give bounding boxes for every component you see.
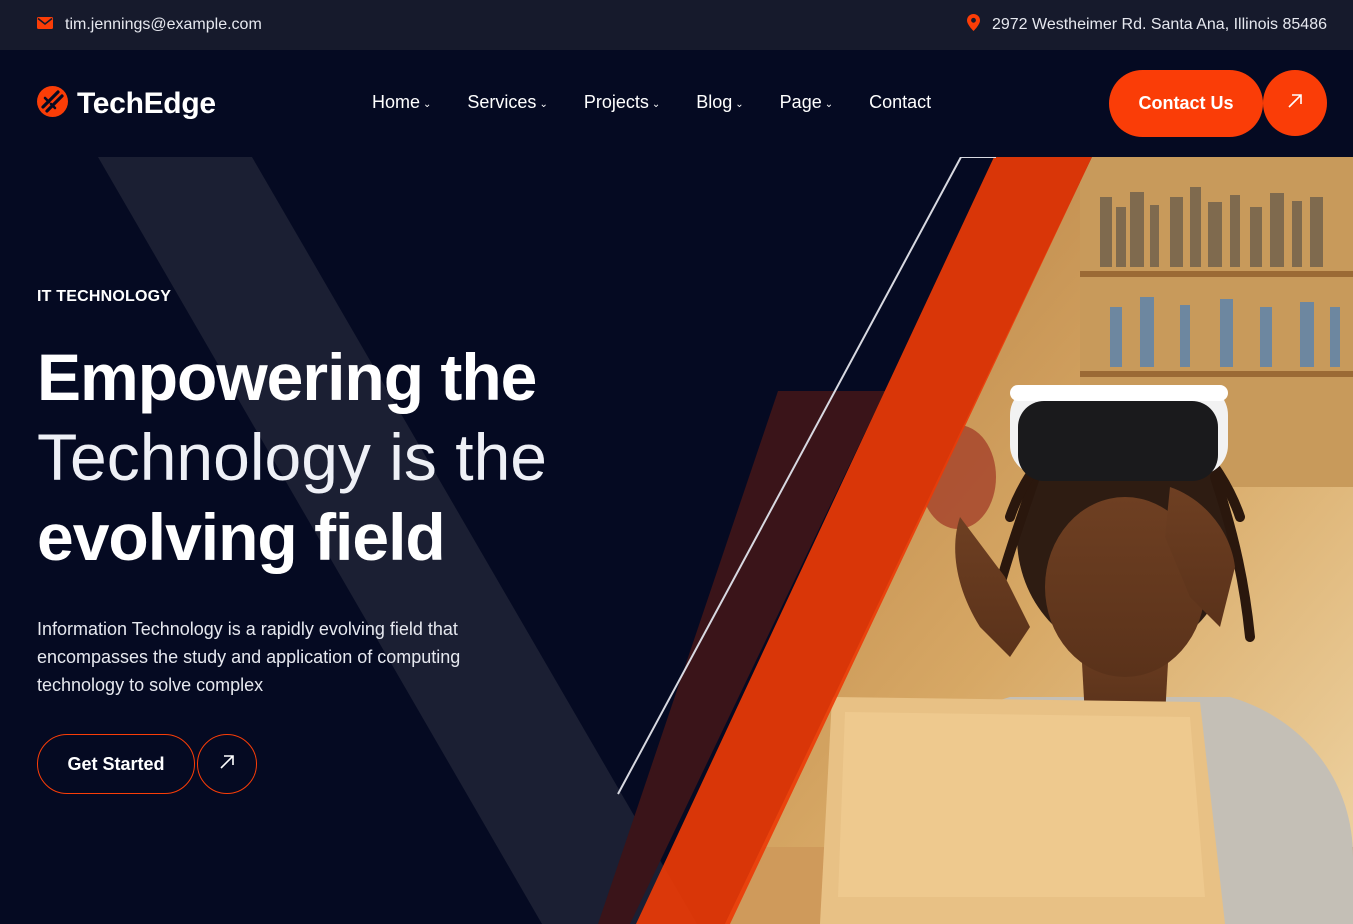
main-navbar: TechEdge Home ⌄ Services ⌄ Projects ⌄ Bl… xyxy=(0,50,1353,157)
arrow-up-right-icon xyxy=(1286,92,1304,115)
headline-line-2: Technology is the xyxy=(37,420,547,494)
brand-name: TechEdge xyxy=(77,87,216,120)
mail-icon xyxy=(37,16,53,34)
address-text: 2972 Westheimer Rd. Santa Ana, Illinois … xyxy=(991,16,1327,33)
chevron-down-icon: ⌄ xyxy=(423,99,432,110)
chevron-down-icon: ⌄ xyxy=(651,99,661,110)
nav-item-blog[interactable]: Blog ⌄ xyxy=(696,92,743,113)
headline-line-3: evolving field xyxy=(37,500,446,574)
nav-item-label: Contact xyxy=(869,92,932,112)
nav-item-label: Home xyxy=(372,92,421,112)
chevron-down-icon: ⌄ xyxy=(735,99,744,110)
get-started-button[interactable]: Get Started xyxy=(37,734,195,794)
headline-line-1: Empowering the xyxy=(37,340,537,414)
chevron-down-icon: ⌄ xyxy=(539,99,548,110)
nav-item-label: Page xyxy=(779,92,822,112)
map-pin-icon xyxy=(966,14,980,36)
nav-item-services[interactable]: Services ⌄ xyxy=(467,92,547,113)
email-text[interactable]: tim.jennings@example.com xyxy=(65,16,262,34)
nav-item-page[interactable]: Page ⌄ xyxy=(780,92,833,113)
nav-item-label: Services xyxy=(467,92,537,112)
logo-icon xyxy=(37,86,68,122)
contact-arrow-button[interactable] xyxy=(1263,70,1327,136)
hero-headline: Empowering the Technology is the evolvin… xyxy=(37,337,657,577)
nav-menu: Home ⌄ Services ⌄ Projects ⌄ Blog ⌄ Page… xyxy=(372,92,931,113)
chevron-down-icon: ⌄ xyxy=(824,99,834,110)
nav-item-home[interactable]: Home ⌄ xyxy=(372,92,431,113)
nav-item-contact[interactable]: Contact xyxy=(869,92,931,113)
top-address: 2972 Westheimer Rd. Santa Ana, Illinois … xyxy=(966,14,1327,36)
hero-eyebrow: IT TECHNOLOGY xyxy=(37,288,172,305)
arrow-up-right-icon xyxy=(218,753,236,776)
hero-section: IT TECHNOLOGY Empowering the Technology … xyxy=(0,157,1353,924)
nav-item-projects[interactable]: Projects ⌄ xyxy=(584,92,660,113)
contact-us-button[interactable]: Contact Us xyxy=(1109,70,1263,137)
nav-item-label: Blog xyxy=(696,92,733,112)
hero-description: Information Technology is a rapidly evol… xyxy=(37,619,461,695)
top-bar: tim.jennings@example.com 2972 Westheimer… xyxy=(0,0,1353,50)
nav-item-label: Projects xyxy=(583,92,649,112)
top-email[interactable]: tim.jennings@example.com xyxy=(37,16,262,34)
brand-logo[interactable]: TechEdge xyxy=(37,86,216,122)
get-started-arrow-button[interactable] xyxy=(197,734,257,794)
